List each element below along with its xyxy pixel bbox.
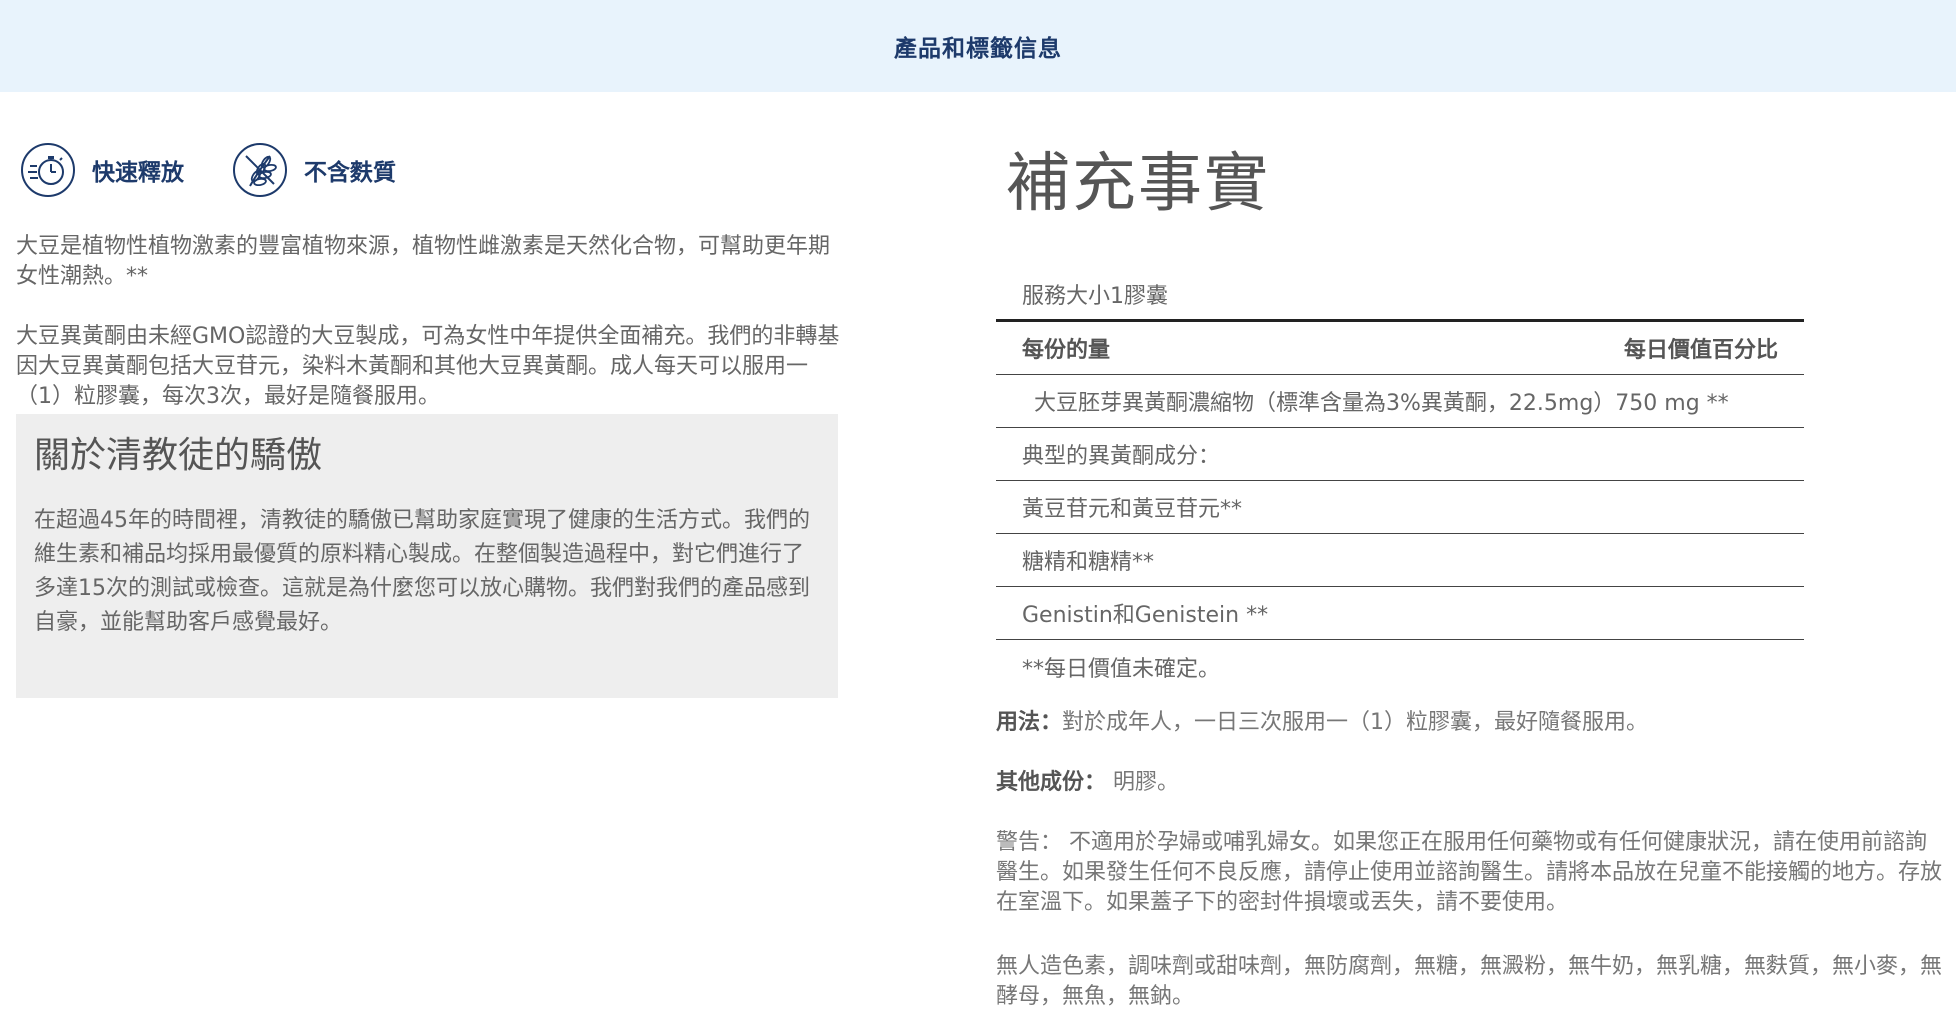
usage-text: 對於成年人，一日三次服用一（1）粒膠囊，最好隨餐服用。 (1062, 710, 1649, 735)
section-title: 產品和標籤信息 (894, 36, 1062, 62)
feature-gluten-free: 不含麩質 (232, 142, 396, 198)
usage-label: 用法： (996, 710, 1063, 735)
main-ingredient: 大豆胚芽異黃酮濃縮物（標準含量為3%異黃酮，22.5mg）750 mg ** (1034, 391, 1729, 416)
about-brand-box: 關於清教徒的驕傲 在超過45年的時間裡，清教徒的驕傲已幫助家庭實現了健康的生活方… (16, 414, 838, 698)
about-title: 關於清教徒的驕傲 (34, 435, 323, 476)
component-name: 黃豆苷元和黃豆苷元** (1022, 497, 1243, 522)
gluten-free-wheat-icon (233, 143, 287, 197)
daily-value-header: 每日價值百分比 (1623, 338, 1778, 363)
other-ingredients-label: 其他成份： (996, 770, 1107, 795)
feature-label: 快速釋放 (92, 160, 184, 186)
component-name: Genistin和Genistein ** (1022, 603, 1269, 628)
about-text: 在超過45年的時間裡，清教徒的驕傲已幫助家庭實現了健康的生活方式。我們的維生素和… (34, 508, 810, 635)
section-header-bar: 產品和標籤信息 (0, 0, 1956, 92)
typical-components-row: 典型的異黃酮成分： (996, 428, 1804, 481)
main-ingredient-row: 大豆胚芽異黃酮濃縮物（標準含量為3%異黃酮，22.5mg）750 mg ** (996, 375, 1804, 428)
intro-paragraph: 大豆異黃酮由未經GMO認證的大豆製成，可為女性中年提供全面補充。我們的非轉基因大… (16, 324, 840, 409)
facts-footnote: **每日價值未確定。 (1022, 656, 1221, 682)
other-ingredients-text: 明膠。 (1106, 770, 1180, 795)
feature-badges: 快速釋放 不含麩質 (20, 142, 396, 198)
component-name: 糖精和糖精** (1022, 550, 1155, 575)
serving-size: 服務大小1膠囊 (1022, 283, 1168, 309)
amount-per-serving-header: 每份的量 (1022, 338, 1111, 363)
facts-header-row: 每份的量 每日價值百分比 (996, 322, 1804, 375)
free-from-paragraph: 無人造色素，調味劑或甜味劑，無防腐劑，無糖，無澱粉，無牛奶，無乳糖，無麩質，無小… (996, 954, 1943, 1009)
typical-components-header: 典型的異黃酮成分： (1022, 444, 1221, 469)
component-row: 糖精和糖精** (996, 534, 1804, 587)
feature-fast-release: 快速釋放 (20, 142, 184, 198)
supplement-facts-title: 補充事實 (1006, 147, 1270, 221)
component-row: 黃豆苷元和黃豆苷元** (996, 481, 1804, 534)
serving-size-row: 服務大小1膠囊 (996, 268, 1804, 322)
intro-paragraph: 大豆是植物性植物激素的豐富植物來源，植物性雌激素是天然化合物，可幫助更年期女性潮… (16, 234, 831, 289)
supplement-facts-table: 服務大小1膠囊 每份的量 每日價值百分比 大豆胚芽異黃酮濃縮物（標準含量為3%異… (996, 268, 1804, 693)
other-ingredients-paragraph: 其他成份： 明膠。 (996, 768, 1942, 798)
component-row: Genistin和Genistein ** (996, 587, 1804, 640)
facts-note-row: **每日價值未確定。 (996, 640, 1804, 693)
usage-paragraph: 用法：對於成年人，一日三次服用一（1）粒膠囊，最好隨餐服用。 (996, 708, 1942, 738)
fast-release-stopwatch-icon (21, 143, 75, 197)
feature-label: 不含麩質 (304, 160, 396, 186)
warning-paragraph: 警告： 不適用於孕婦或哺乳婦女。如果您正在服用任何藥物或有任何健康狀況，請在使用… (996, 830, 1943, 915)
